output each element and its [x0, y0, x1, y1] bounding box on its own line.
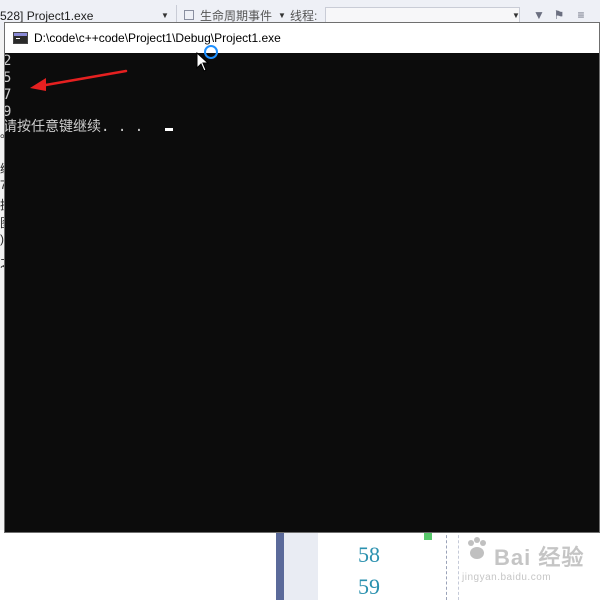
line-number: 59	[358, 574, 380, 599]
stack-frame-icon[interactable]: ≡	[574, 8, 588, 22]
baidu-jingyan-watermark: Bai 经验 jingyan.baidu.com	[462, 530, 600, 592]
watermark-text: Bai 经验	[494, 545, 585, 570]
console-title: D:\code\c++code\Project1\Debug\Project1.…	[34, 31, 281, 45]
paw-icon	[468, 537, 486, 559]
filter-icon[interactable]: ▼	[532, 8, 546, 22]
line-number: 58	[358, 542, 380, 567]
red-arrow-annotation	[30, 69, 128, 91]
console-window[interactable]: D:\code\c++code\Project1\Debug\Project1.…	[4, 22, 600, 533]
watermark-url: jingyan.baidu.com	[462, 572, 552, 583]
vertical-scrollbar[interactable]	[276, 530, 284, 600]
indent-guide	[458, 530, 459, 600]
indent-guide	[446, 530, 447, 600]
change-marker	[424, 532, 432, 540]
output-line: 5	[5, 70, 12, 86]
output-line: 2	[5, 53, 12, 69]
vs-side-panel	[0, 530, 276, 600]
press-any-key-prompt: 请按任意键继续. . .	[5, 119, 152, 135]
console-app-icon	[13, 32, 28, 44]
console-title-bar[interactable]: D:\code\c++code\Project1\Debug\Project1.…	[5, 23, 599, 53]
console-output[interactable]: 2 5 7 9 请按任意键继续. . .	[5, 53, 599, 532]
mouse-pointer-icon	[196, 52, 210, 72]
editor-gutter	[284, 530, 318, 600]
text-cursor	[165, 128, 173, 131]
flag-icon[interactable]: ⚑	[552, 8, 566, 22]
output-line: 7	[5, 87, 12, 103]
lifecycle-icon	[184, 10, 194, 20]
